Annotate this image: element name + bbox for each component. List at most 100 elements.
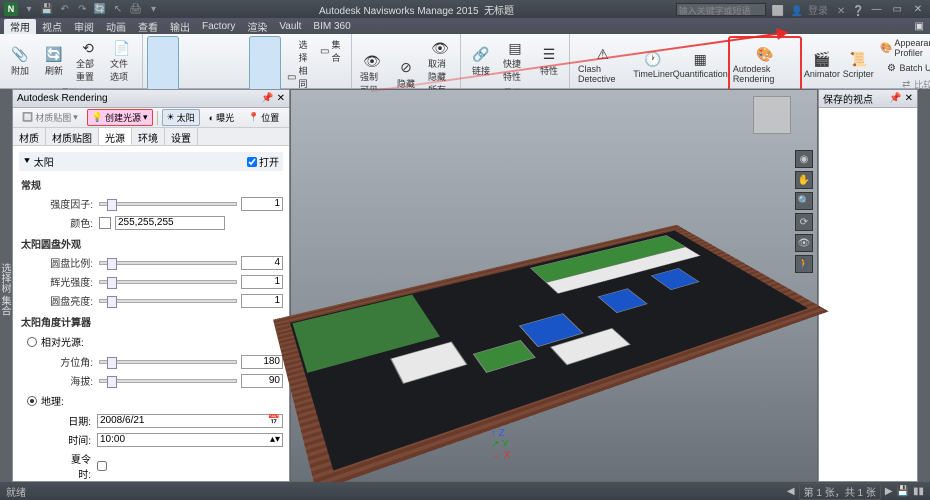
tab-lighting[interactable]: 光源 <box>99 128 132 145</box>
status-disk-icon[interactable]: 💾 <box>897 486 909 497</box>
dst-checkbox[interactable] <box>97 461 107 471</box>
tab-review[interactable]: 审阅 <box>68 19 100 34</box>
nav-look-icon[interactable]: 👁 <box>795 234 813 252</box>
ribbon-collapse-icon[interactable]: ▣ <box>909 21 930 32</box>
tab-environment[interactable]: 环境 <box>132 128 165 145</box>
maximize-icon[interactable]: ▭ <box>889 4 905 15</box>
qa-redo-icon[interactable]: ↷ <box>75 2 89 16</box>
geographic-radio[interactable] <box>27 396 37 406</box>
collapse-icon[interactable]: ⯆ <box>23 156 31 167</box>
qa-refresh-icon[interactable]: 🔄 <box>93 2 107 16</box>
scripter-button[interactable]: 📜Scripter <box>842 36 874 93</box>
tab-settings[interactable]: 设置 <box>165 128 198 145</box>
qa-more-icon[interactable]: ▾ <box>146 2 160 16</box>
nav-zoom-icon[interactable]: 🔍 <box>795 192 813 210</box>
refresh-button[interactable]: 🔄刷新 <box>38 36 70 86</box>
color-swatch[interactable] <box>99 217 111 229</box>
disk-scale-slider[interactable] <box>99 261 237 265</box>
tab-animation[interactable]: 动画 <box>100 19 132 34</box>
intensity-input[interactable]: 1 <box>241 197 283 211</box>
intensity-slider[interactable] <box>99 202 237 206</box>
sets-button[interactable]: ▭集合 <box>316 36 347 66</box>
close-icon[interactable]: ✕ <box>910 4 926 15</box>
timeliner-button[interactable]: 🕐TimeLiner <box>633 36 672 93</box>
qa-print-icon[interactable]: 🖨 <box>129 2 143 16</box>
batch-utility-button[interactable]: ⚙Batch Utility <box>876 60 930 76</box>
nav-wheel-icon[interactable]: ◉ <box>795 150 813 168</box>
panel-pin-icon[interactable]: 📌 ✕ <box>261 93 285 104</box>
tab-bim360[interactable]: BIM 360 <box>307 21 356 32</box>
saved-viewpoints-title[interactable]: 保存的视点📌 ✕ <box>819 90 917 108</box>
sheet-next-icon[interactable]: ▶ <box>885 486 893 497</box>
glow-slider[interactable] <box>99 280 237 284</box>
tab-materials[interactable]: 材质 <box>13 128 46 145</box>
spinner-icon[interactable]: ▴▾ <box>270 434 280 445</box>
calendar-icon[interactable]: 📅 <box>268 415 280 426</box>
right-rail[interactable] <box>918 89 930 482</box>
tab-vault[interactable]: Vault <box>273 21 307 32</box>
qa-save-icon[interactable]: 💾 <box>40 2 54 16</box>
sheet-pager[interactable]: 第 1 张，共 1 张 <box>799 483 881 500</box>
tab-material-mapping[interactable]: 材质贴图 <box>46 128 99 145</box>
altitude-slider[interactable] <box>99 379 237 383</box>
file-options-button[interactable]: 📄文件选项 <box>106 36 138 86</box>
section-sun[interactable]: ⯆ 太阳 打开 <box>19 152 283 171</box>
create-light-button[interactable]: 💡 创建光源 ▾ <box>87 109 153 126</box>
saved-viewpoints-body[interactable] <box>819 108 917 481</box>
reset-all-button[interactable]: ⟲全部重置 <box>72 36 104 86</box>
exchange-icon[interactable]: ✕ <box>837 6 845 17</box>
animator-button[interactable]: 🎬Animator <box>804 36 840 93</box>
saved-viewpoints-panel: 保存的视点📌 ✕ <box>818 89 918 482</box>
batch-icon: ⚙ <box>885 62 897 74</box>
nav-orbit-icon[interactable]: ⟳ <box>795 213 813 231</box>
appearance-profiler-button[interactable]: 🎨Appearance Profiler <box>876 36 930 60</box>
date-input[interactable]: 2008/6/21📅 <box>97 414 283 428</box>
disk-scale-input[interactable]: 4 <box>241 256 283 270</box>
minimize-icon[interactable]: — <box>868 4 884 15</box>
time-input[interactable]: 10:00▴▾ <box>97 433 283 447</box>
tab-render[interactable]: 渲染 <box>241 19 273 34</box>
glow-input[interactable]: 1 <box>241 275 283 289</box>
qa-undo-icon[interactable]: ↶ <box>58 2 72 16</box>
properties-button[interactable]: ☰特性 <box>533 36 565 86</box>
relative-radio[interactable] <box>27 337 37 347</box>
material-mapping-button[interactable]: 🔲 材质贴图 ▾ <box>17 109 83 126</box>
left-rail[interactable]: 选择树 集合 <box>0 89 12 482</box>
sign-in[interactable]: 👤 登录 <box>791 2 830 17</box>
sun-enable-checkbox[interactable] <box>247 157 257 167</box>
help-icon[interactable]: ❔ <box>852 6 864 17</box>
status-memory-icon[interactable]: ▮▮ <box>913 486 924 497</box>
append-button[interactable]: 📎附加 <box>4 36 36 86</box>
color-input[interactable]: 255,255,255 <box>115 216 225 230</box>
exposure-button[interactable]: ◐ 曝光 <box>204 109 239 126</box>
quick-props-button[interactable]: ▤快捷特性 <box>499 36 531 86</box>
view-cube[interactable] <box>753 96 791 134</box>
sheet-prev-icon[interactable]: ◀ <box>787 486 795 497</box>
altitude-input[interactable]: 90 <box>241 374 283 388</box>
tab-home[interactable]: 常用 <box>4 19 36 34</box>
qa-select-icon[interactable]: ↖ <box>111 2 125 16</box>
panel-close-icon[interactable]: 📌 ✕ <box>889 93 913 104</box>
disk-bright-input[interactable]: 1 <box>241 294 283 308</box>
autodesk-rendering-button[interactable]: 🎨Autodesk Rendering <box>728 36 802 93</box>
azimuth-input[interactable]: 180 <box>241 355 283 369</box>
sun-button[interactable]: ☀ 太阳 <box>162 109 200 126</box>
links-button[interactable]: 🔗链接 <box>465 36 497 86</box>
nav-walk-icon[interactable]: 🚶 <box>795 255 813 273</box>
infocenter-icon[interactable]: ⬜ <box>772 6 784 17</box>
location-button[interactable]: 📍 位置 <box>243 109 284 126</box>
help-search[interactable]: 输入关键字或短语 <box>676 3 766 16</box>
viewport[interactable]: ↑ Z↗ Y→ X ◉ ✋ 🔍 ⟳ 👁 🚶 <box>290 89 818 482</box>
clash-detective-button[interactable]: ⚠Clash Detective <box>574 36 631 93</box>
qa-open-icon[interactable]: ▾ <box>22 2 36 16</box>
model <box>313 200 795 431</box>
nav-pan-icon[interactable]: ✋ <box>795 171 813 189</box>
azimuth-slider[interactable] <box>99 360 237 364</box>
disk-bright-slider[interactable] <box>99 299 237 303</box>
tab-view[interactable]: 查看 <box>132 19 164 34</box>
panel-title-bar[interactable]: Autodesk Rendering 📌 ✕ <box>13 90 289 108</box>
tab-output[interactable]: 输出 <box>164 19 196 34</box>
tab-factory[interactable]: Factory <box>196 21 241 32</box>
tab-viewpoint[interactable]: 视点 <box>36 19 68 34</box>
panel-body[interactable]: ⯆ 太阳 打开 常规 强度因子:1 颜色:255,255,255 太阳圆盘外观 … <box>13 146 289 481</box>
